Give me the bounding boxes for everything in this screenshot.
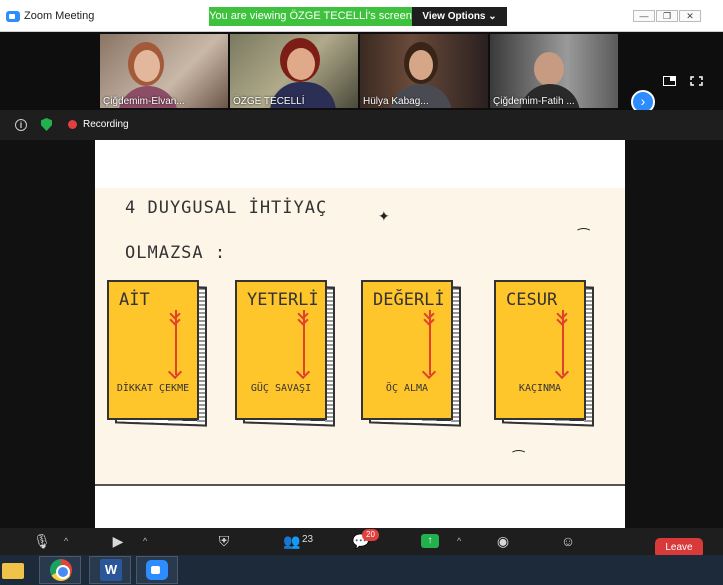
- need-card: YETERLİ GÜÇ SAVAŞI: [235, 280, 335, 427]
- result-label: GÜÇ SAVAŞI: [250, 383, 312, 394]
- result-label: KAÇINMA: [518, 383, 562, 394]
- down-arrow-icon: [303, 310, 305, 375]
- participant-name: Çiğdemim-Fatih ...: [493, 96, 575, 107]
- fullscreen-icon[interactable]: [690, 76, 703, 86]
- sparkle-doodle-icon: ✦: [378, 208, 390, 224]
- recording-icon: [68, 120, 77, 129]
- record-icon[interactable]: ◉: [492, 532, 514, 550]
- participant-name: Hülya Kabag...: [363, 96, 429, 107]
- swoosh-doodle-icon: ⁀: [513, 450, 525, 466]
- close-button[interactable]: ✕: [679, 10, 701, 22]
- share-banner: You are viewing ÖZGE TECELLİ's screen Vi…: [209, 7, 507, 26]
- participant-strip: Çiğdemim-Elvan... ÖZGE TECELLİ Hülya Kab…: [0, 32, 723, 114]
- participant-tile[interactable]: Çiğdemim-Fatih ...: [490, 34, 618, 108]
- file-explorer-icon[interactable]: [2, 563, 24, 579]
- down-arrow-icon: [562, 310, 564, 375]
- slide-title-line2: OLMAZSA :: [125, 243, 227, 263]
- need-card: AİT DİKKAT ÇEKME: [107, 280, 207, 427]
- share-screen-icon[interactable]: ↑: [421, 534, 439, 548]
- recording-label: Recording: [83, 119, 129, 130]
- reactions-icon[interactable]: ☺: [557, 532, 579, 550]
- chrome-icon: [50, 559, 72, 581]
- result-label: ÖÇ ALMA: [385, 383, 429, 394]
- need-card: DEĞERLİ ÖÇ ALMA: [361, 280, 461, 427]
- need-label: CESUR: [506, 290, 558, 310]
- share-banner-text: You are viewing ÖZGE TECELLİ's screen: [209, 7, 412, 26]
- swoosh-doodle-icon: ⁀: [578, 228, 590, 244]
- view-layout-icon[interactable]: [663, 76, 676, 86]
- result-label: DİKKAT ÇEKME: [116, 383, 190, 394]
- word-icon: W: [100, 559, 122, 581]
- title-bar: Zoom Meeting You are viewing ÖZGE TECELL…: [0, 0, 723, 32]
- participants-count: 23: [302, 534, 314, 545]
- participant-name: ÖZGE TECELLİ: [233, 96, 305, 107]
- info-icon[interactable]: i: [15, 119, 27, 131]
- need-label: YETERLİ: [247, 290, 319, 310]
- need-card: CESUR KAÇINMA: [494, 280, 594, 427]
- microphone-icon[interactable]: 🎙: [31, 532, 53, 550]
- share-options-caret[interactable]: ^: [457, 536, 461, 546]
- participants-icon[interactable]: 👥: [281, 532, 303, 550]
- audio-options-caret[interactable]: ^: [64, 536, 68, 546]
- zoom-logo-icon: [6, 11, 20, 22]
- down-arrow-icon: [429, 310, 431, 375]
- participant-tile[interactable]: Çiğdemim-Elvan...: [100, 34, 228, 108]
- need-label: DEĞERLİ: [373, 290, 445, 310]
- view-options-button[interactable]: View Options ⌄: [412, 7, 507, 26]
- video-camera-icon[interactable]: ▶: [107, 532, 129, 550]
- participant-tile[interactable]: Hülya Kabag...: [360, 34, 488, 108]
- restore-button[interactable]: ❐: [656, 10, 678, 22]
- participant-tile-active[interactable]: ÖZGE TECELLİ: [230, 34, 358, 108]
- chat-unread-badge: 20: [362, 529, 379, 541]
- slide-title-line1: 4 DUYGUSAL İHTİYAÇ: [125, 198, 328, 218]
- minimize-button[interactable]: —: [633, 10, 655, 22]
- need-label: AİT: [119, 290, 150, 310]
- participant-name: Çiğdemim-Elvan...: [103, 96, 185, 107]
- video-options-caret[interactable]: ^: [143, 536, 147, 546]
- zoom-taskbar-icon: [146, 560, 168, 580]
- security-shield-icon[interactable]: ⛨: [213, 532, 235, 550]
- down-arrow-icon: [175, 310, 177, 375]
- window-title: Zoom Meeting: [24, 10, 95, 22]
- shared-slide: 4 DUYGUSAL İHTİYAÇ OLMAZSA : ✦ ⁀ ⁀ AİT D…: [95, 140, 625, 528]
